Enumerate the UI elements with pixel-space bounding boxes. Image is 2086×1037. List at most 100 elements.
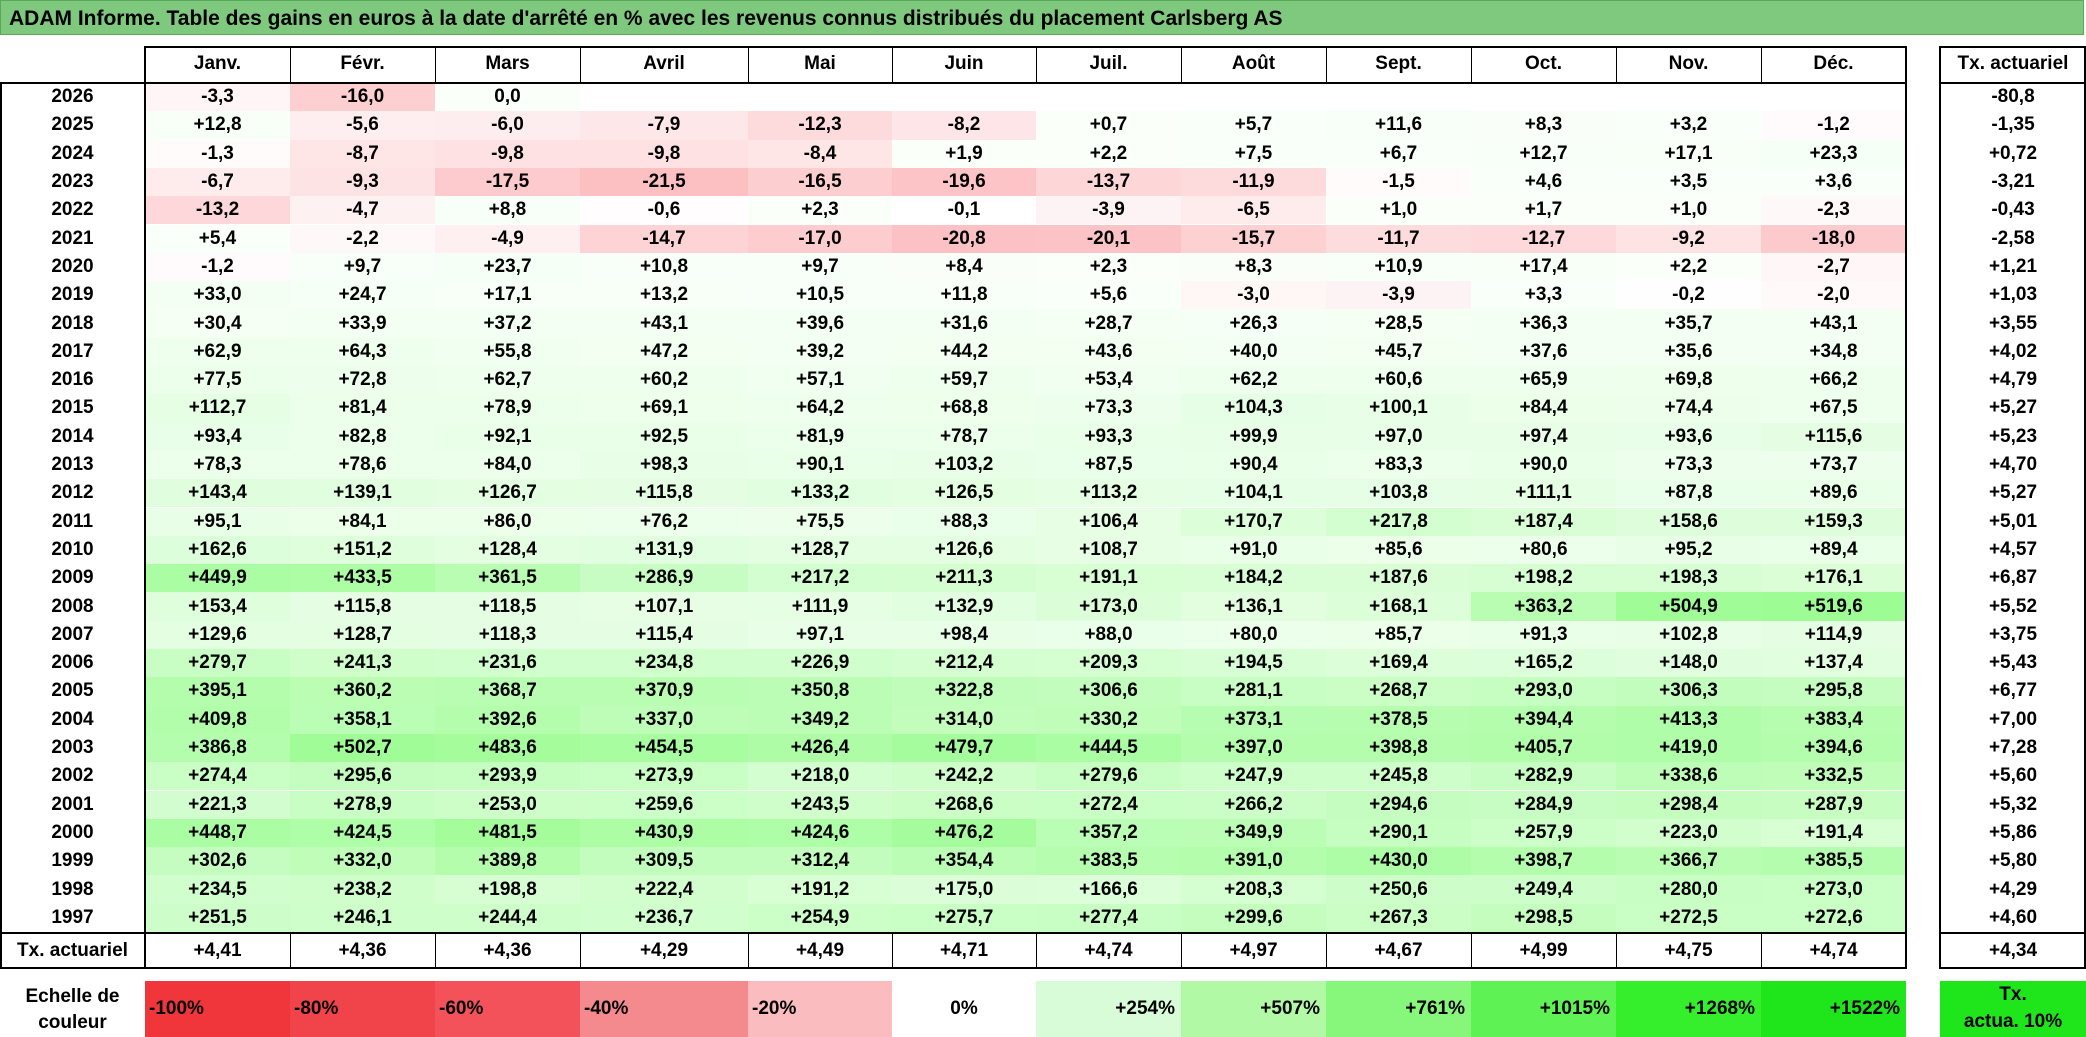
- tx-cell: +5,27: [1940, 479, 2086, 508]
- table-cell: +136,1: [1181, 592, 1326, 621]
- table-cell: +350,8: [748, 677, 892, 706]
- grid-line: [0, 82, 1906, 84]
- grid-line: [1615, 934, 1617, 967]
- tx-cell: -3,21: [1940, 167, 2086, 197]
- tx-cell: +5,27: [1940, 394, 2086, 423]
- table-cell: [1181, 83, 1326, 112]
- table-cell: +279,6: [1036, 762, 1181, 791]
- table-cell: +332,0: [290, 847, 435, 876]
- tx-cell: +0,72: [1940, 139, 2086, 168]
- table-cell: +363,2: [1471, 592, 1616, 621]
- table-cell: +132,9: [892, 592, 1036, 621]
- table-cell: +143,4: [145, 479, 290, 508]
- table-cell: +129,6: [145, 620, 290, 649]
- table-cell: +449,9: [145, 564, 290, 593]
- table-cell: [1036, 83, 1181, 112]
- table-cell: +158,6: [1616, 507, 1761, 536]
- table-cell: +1,9: [892, 139, 1036, 168]
- scale-swatch: +1015%: [1471, 981, 1616, 1037]
- table-cell: +444,5: [1036, 733, 1181, 763]
- table-cell: +481,5: [435, 818, 580, 848]
- grid-line: [289, 934, 291, 967]
- table-cell: +91,3: [1471, 620, 1616, 649]
- table-cell: +354,4: [892, 847, 1036, 876]
- table-cell: +0,7: [1036, 111, 1181, 140]
- table-cell: +8,3: [1181, 252, 1326, 282]
- table-cell: +176,1: [1761, 564, 1906, 593]
- table-cell: +165,2: [1471, 649, 1616, 678]
- table-cell: +223,0: [1616, 818, 1761, 848]
- table-cell: +194,5: [1181, 649, 1326, 678]
- table-cell: +383,4: [1761, 705, 1906, 734]
- table-cell: +275,7: [892, 903, 1036, 932]
- table-cell: +250,6: [1326, 875, 1471, 904]
- table-cell: -12,3: [748, 111, 892, 140]
- table-cell: +241,3: [290, 649, 435, 678]
- table-cell: [580, 83, 748, 112]
- table-cell: +1,0: [1616, 196, 1761, 225]
- table-cell: +430,9: [580, 818, 748, 848]
- table-cell: [1471, 83, 1616, 112]
- scale-label-line1: Echelle de: [25, 986, 120, 1007]
- table-cell: +93,4: [145, 422, 290, 451]
- tx-cell: +3,75: [1940, 620, 2086, 649]
- table-cell: -9,3: [290, 167, 435, 197]
- grid-line: [0, 932, 1906, 934]
- table-cell: +73,3: [1616, 450, 1761, 480]
- table-cell: +104,1: [1181, 479, 1326, 508]
- table-cell: +322,8: [892, 677, 1036, 706]
- footer-cell: +4,97: [1181, 934, 1326, 967]
- year-label: 2026: [0, 83, 145, 112]
- table-cell: +12,8: [145, 111, 290, 140]
- grid-line: [1180, 934, 1182, 967]
- table-cell: +95,2: [1616, 535, 1761, 565]
- scale-swatch: -80%: [290, 981, 435, 1037]
- table-cell: +89,4: [1761, 535, 1906, 565]
- year-label: 2025: [0, 111, 145, 140]
- tx-cell: +7,28: [1940, 733, 2086, 763]
- table-cell: +62,2: [1181, 366, 1326, 395]
- table-cell: +251,5: [145, 903, 290, 932]
- table-cell: +293,9: [435, 762, 580, 791]
- table-cell: +35,6: [1616, 337, 1761, 366]
- table-cell: +358,1: [290, 705, 435, 734]
- year-label: 2010: [0, 535, 145, 565]
- tx-cell: +7,00: [1940, 705, 2086, 734]
- table-cell: +419,0: [1616, 733, 1761, 763]
- footer-cell: +4,74: [1761, 934, 1906, 967]
- table-cell: +424,6: [748, 818, 892, 848]
- month-header: Avril: [580, 46, 748, 82]
- table-cell: +44,2: [892, 337, 1036, 366]
- table-cell: +83,3: [1326, 450, 1471, 480]
- table-cell: -11,9: [1181, 167, 1326, 197]
- footer-cell: +4,74: [1036, 934, 1181, 967]
- table-cell: +36,3: [1471, 309, 1616, 338]
- table-cell: -2,7: [1761, 252, 1906, 282]
- footer-cell: +4,29: [580, 934, 748, 967]
- table-cell: +64,3: [290, 337, 435, 366]
- year-label: 2002: [0, 762, 145, 791]
- table-cell: +243,5: [748, 790, 892, 819]
- table-cell: +153,4: [145, 592, 290, 621]
- table-cell: +272,6: [1761, 903, 1906, 932]
- tx-cell: +4,02: [1940, 337, 2086, 366]
- grid-line: [1940, 82, 2086, 84]
- grid-line: [145, 46, 1906, 48]
- table-cell: +231,6: [435, 649, 580, 678]
- table-cell: +211,3: [892, 564, 1036, 593]
- table-cell: +91,0: [1181, 535, 1326, 565]
- table-cell: +360,2: [290, 677, 435, 706]
- grid-line: [1470, 46, 1472, 82]
- table-cell: +39,2: [748, 337, 892, 366]
- table-cell: +361,5: [435, 564, 580, 593]
- year-label: 1998: [0, 875, 145, 904]
- table-cell: +398,7: [1471, 847, 1616, 876]
- grid-line: [1760, 934, 1762, 967]
- table-cell: +69,1: [580, 394, 748, 423]
- grid-line: [1940, 932, 2086, 934]
- table-cell: +8,4: [892, 252, 1036, 282]
- table-cell: -18,0: [1761, 224, 1906, 253]
- table-cell: +111,1: [1471, 479, 1616, 508]
- year-label: 1997: [0, 903, 145, 932]
- table-cell: -17,5: [435, 167, 580, 197]
